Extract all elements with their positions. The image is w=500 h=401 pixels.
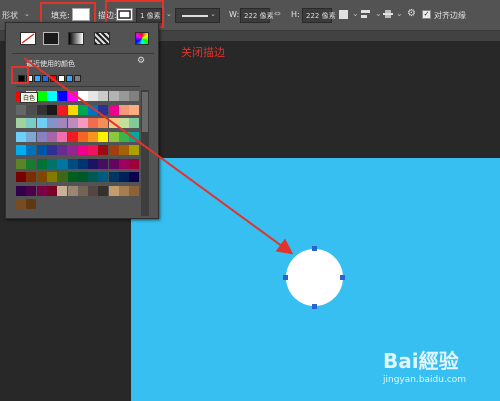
- watermark-url: jingyan.baidu.com: [383, 375, 467, 385]
- baidu-jingyan-logo: Bai經验: [383, 349, 459, 373]
- annotation-arrow: [23, 57, 294, 255]
